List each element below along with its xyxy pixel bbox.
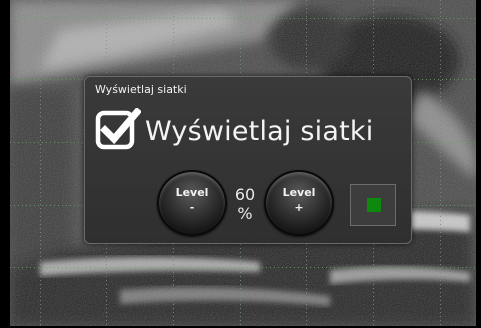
level-unit: % [237,204,253,223]
grid-checkbox[interactable] [95,107,142,154]
grid-settings-dialog: Wyświetlaj siatki Wyświetlaj siatki Leve… [84,76,412,244]
level-minus-button[interactable]: Level - [157,170,227,236]
level-plus-button[interactable]: Level + [264,170,334,236]
grid-checkbox-label[interactable]: Wyświetlaj siatki [145,116,373,147]
grid-status-indicator[interactable] [350,184,396,226]
minus-icon: - [189,201,195,214]
ultrasound-screen: Wyświetlaj siatki Wyświetlaj siatki Leve… [0,0,481,328]
level-minus-label: Level [175,186,209,199]
dialog-title: Wyświetlaj siatki [95,83,187,96]
grid-toggle-row[interactable]: Wyświetlaj siatki [95,107,373,155]
plus-icon: + [294,201,304,214]
level-value: 60 [234,185,256,204]
indicator-light [367,198,381,212]
level-plus-label: Level [282,186,316,199]
checkmark-icon [95,107,142,150]
